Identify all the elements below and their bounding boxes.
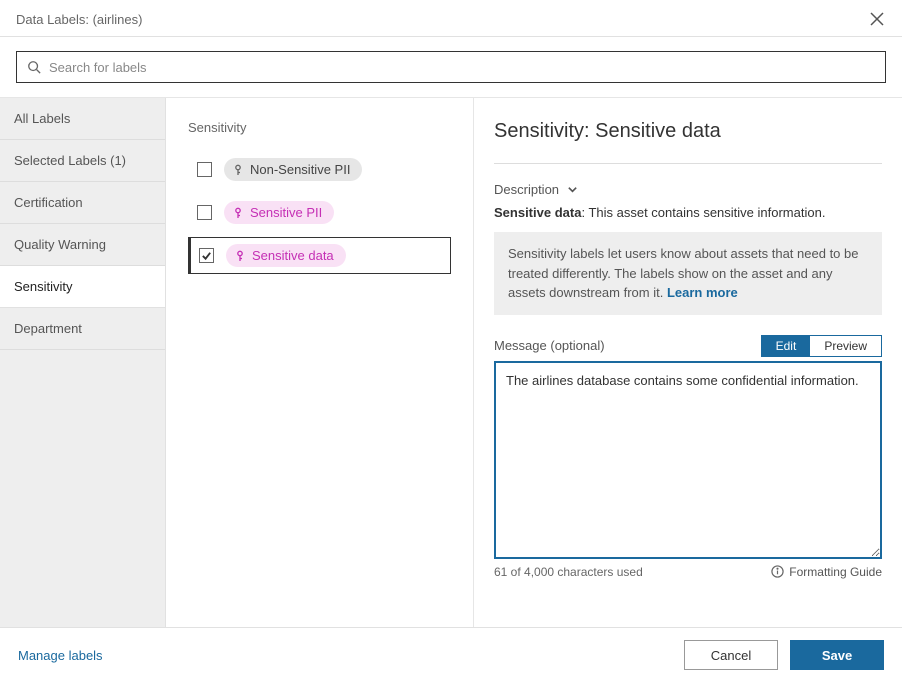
message-label: Message (optional) xyxy=(494,338,605,353)
search-box[interactable] xyxy=(16,51,886,83)
label-row-non-sensitive-pii[interactable]: Non-Sensitive PII xyxy=(188,151,451,188)
message-footer: 61 of 4,000 characters used Formatting G… xyxy=(494,565,882,579)
close-icon xyxy=(870,12,884,26)
key-icon xyxy=(232,164,244,176)
description-toggle[interactable]: Description xyxy=(494,182,882,197)
message-textarea[interactable] xyxy=(494,361,882,559)
check-icon xyxy=(201,250,212,261)
description-line: Sensitive data: This asset contains sens… xyxy=(494,205,882,220)
footer-buttons: Cancel Save xyxy=(684,640,884,670)
label-pill: Sensitive data xyxy=(226,244,346,267)
close-button[interactable] xyxy=(868,10,886,28)
key-icon xyxy=(232,207,244,219)
search-row xyxy=(0,37,902,98)
dialog-footer: Manage labels Cancel Save xyxy=(0,627,902,682)
sidebar-item-certification[interactable]: Certification xyxy=(0,182,165,224)
learn-more-link[interactable]: Learn more xyxy=(667,285,738,300)
description-name: Sensitive data xyxy=(494,205,581,220)
checkbox[interactable] xyxy=(197,205,212,220)
titlebar: Data Labels: (airlines) xyxy=(0,0,902,37)
checkbox[interactable] xyxy=(199,248,214,263)
message-header: Message (optional) Edit Preview xyxy=(494,335,882,357)
sidebar-item-all-labels[interactable]: All Labels xyxy=(0,98,165,140)
sidebar-item-quality-warning[interactable]: Quality Warning xyxy=(0,224,165,266)
message-tabs: Edit Preview xyxy=(761,335,882,357)
tab-edit[interactable]: Edit xyxy=(762,336,811,356)
search-icon xyxy=(27,60,41,74)
info-box: Sensitivity labels let users know about … xyxy=(494,232,882,315)
label-row-sensitive-pii[interactable]: Sensitive PII xyxy=(188,194,451,231)
manage-labels-link[interactable]: Manage labels xyxy=(18,648,103,663)
label-list-panel: Sensitivity Non-Sensitive PII Sensitive … xyxy=(166,98,474,627)
checkbox[interactable] xyxy=(197,162,212,177)
char-count: 61 of 4,000 characters used xyxy=(494,565,643,579)
formatting-guide-label: Formatting Guide xyxy=(789,565,882,579)
info-icon xyxy=(771,565,784,578)
detail-title: Sensitivity: Sensitive data xyxy=(494,120,882,164)
description-label: Description xyxy=(494,182,559,197)
cancel-button[interactable]: Cancel xyxy=(684,640,778,670)
label-row-sensitive-data[interactable]: Sensitive data xyxy=(188,237,451,274)
sidebar-item-selected-labels[interactable]: Selected Labels (1) xyxy=(0,140,165,182)
formatting-guide-link[interactable]: Formatting Guide xyxy=(771,565,882,579)
label-list-title: Sensitivity xyxy=(188,120,451,135)
chevron-down-icon xyxy=(567,184,578,195)
label-text: Non-Sensitive PII xyxy=(250,162,350,177)
sidebar-item-sensitivity[interactable]: Sensitivity xyxy=(0,266,165,308)
label-pill: Non-Sensitive PII xyxy=(224,158,362,181)
tab-preview[interactable]: Preview xyxy=(810,336,881,356)
dialog-title: Data Labels: (airlines) xyxy=(16,12,142,27)
key-icon xyxy=(234,250,246,262)
description-body: This asset contains sensitive informatio… xyxy=(588,205,825,220)
detail-panel: Sensitivity: Sensitive data Description … xyxy=(474,98,902,627)
save-button[interactable]: Save xyxy=(790,640,884,670)
search-input[interactable] xyxy=(49,60,875,75)
label-text: Sensitive PII xyxy=(250,205,322,220)
label-pill: Sensitive PII xyxy=(224,201,334,224)
label-text: Sensitive data xyxy=(252,248,334,263)
dialog-body: All Labels Selected Labels (1) Certifica… xyxy=(0,98,902,627)
sidebar: All Labels Selected Labels (1) Certifica… xyxy=(0,98,166,627)
sidebar-item-department[interactable]: Department xyxy=(0,308,165,350)
